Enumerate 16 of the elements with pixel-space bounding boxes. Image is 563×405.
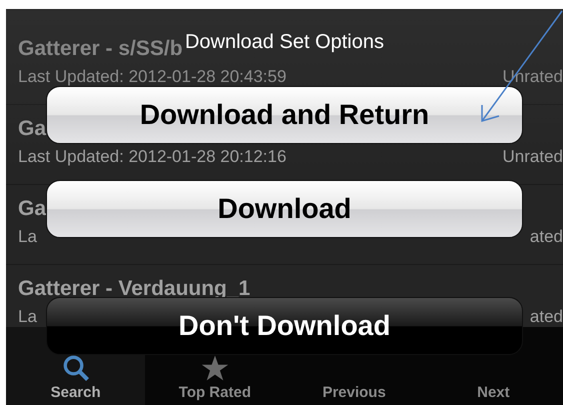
last-updated-text: Last Updated: 2012-01-28 20:12:16 (18, 147, 286, 167)
rating-text: Unrated (502, 147, 563, 167)
last-updated-text: La (18, 227, 37, 247)
rating-text: ated (530, 307, 563, 327)
search-icon (62, 354, 90, 382)
rating-text: ated (530, 227, 563, 247)
set-title: Gatterer - s/SS/b (18, 37, 183, 61)
set-title: Ga (18, 117, 46, 141)
last-updated-text: La (18, 307, 37, 327)
option-button[interactable]: Download (46, 180, 523, 238)
sheet-title: Download Set Options (184, 31, 384, 54)
last-updated-text: Last Updated: 2012-01-28 20:43:59 (18, 67, 286, 87)
set-title: Ga (18, 197, 46, 221)
option-button[interactable]: Download and Return (46, 86, 523, 144)
star-icon (200, 354, 229, 382)
cancel-button[interactable]: Don't Download (46, 297, 523, 355)
